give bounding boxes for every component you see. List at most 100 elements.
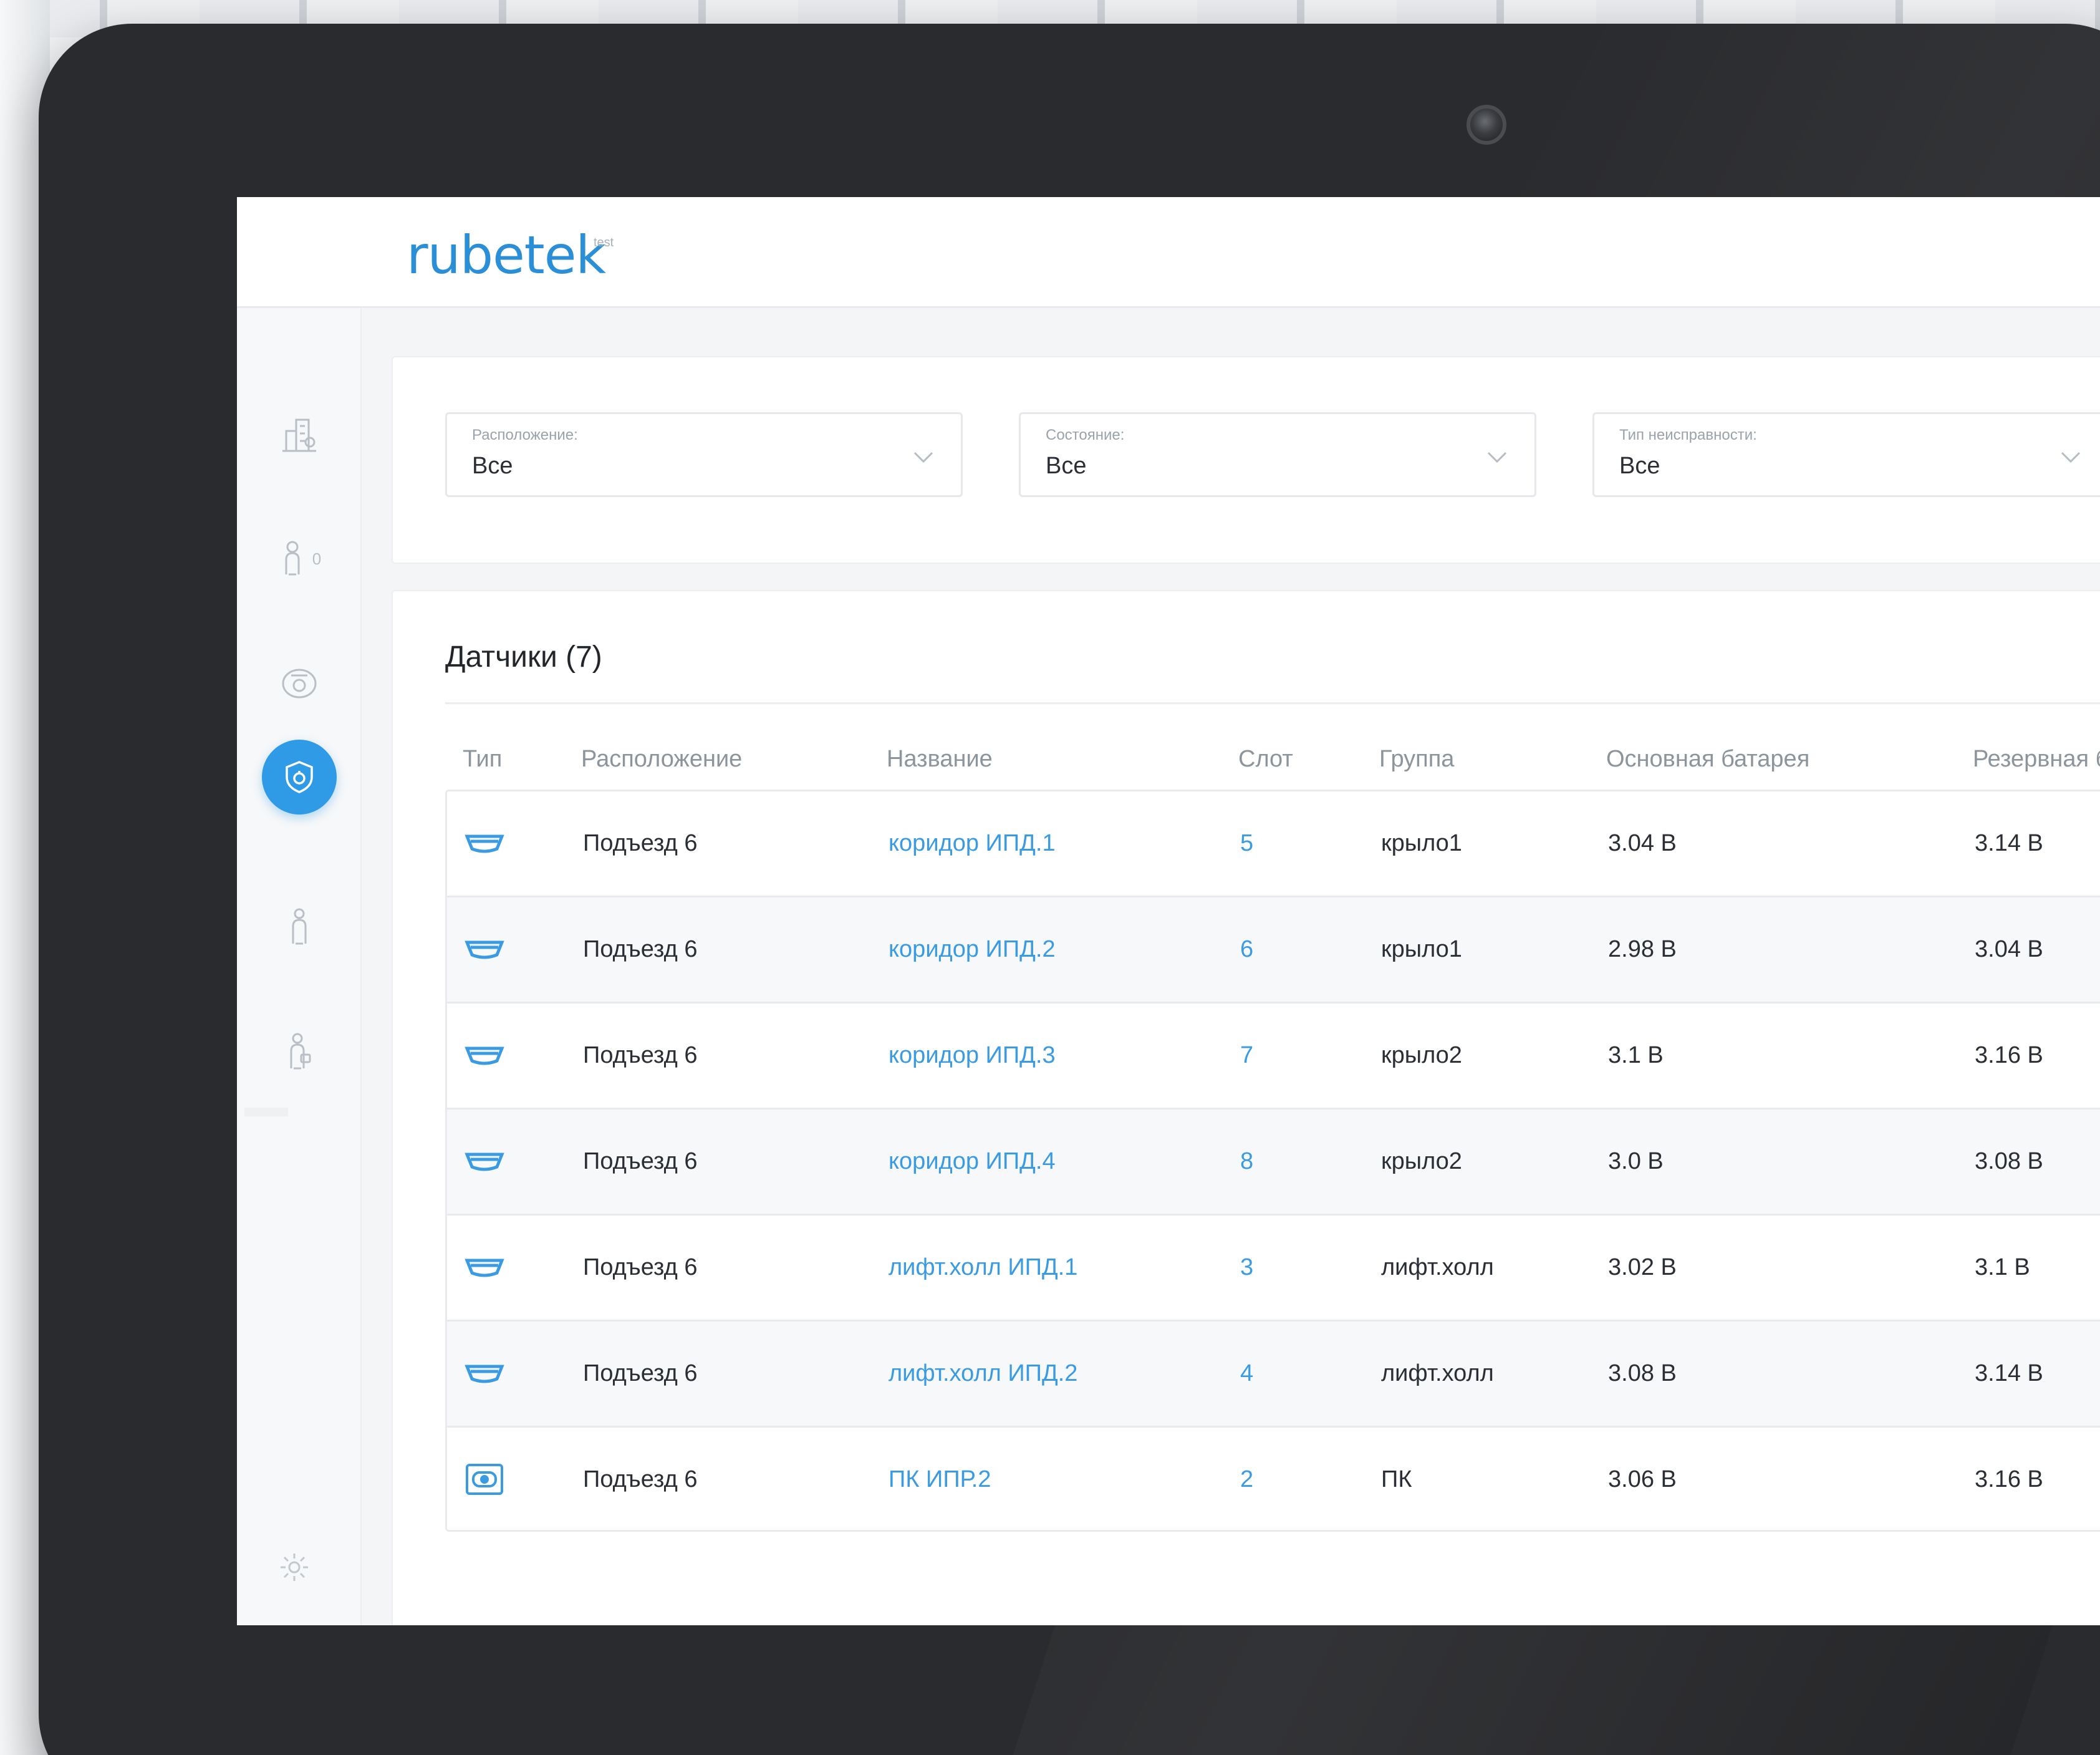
table-row[interactable]: Подъезд 6 коридор ИПД.4 8 крыло2 3.0 В 3… [447,1110,2100,1216]
table-row[interactable]: Подъезд 6 лифт.холл ИПД.2 4 лифт.холл 3.… [447,1322,2100,1428]
row-location: Подъезд 6 [583,1042,698,1068]
camera-dome-icon [282,669,317,699]
nav-item-person[interactable] [262,889,337,964]
table-row[interactable]: Подъезд 6 коридор ИПД.2 6 крыло1 2.98 В … [447,897,2100,1003]
title-divider [445,702,2100,704]
sidebar-divider [244,1108,288,1116]
table-row[interactable]: Подъезд 6 коридор ИПД.3 7 крыло2 3.1 В 3… [447,1003,2100,1110]
row-name-link[interactable]: коридор ИПД.3 [889,1042,1056,1069]
row-backup-battery: 3.14 В [1975,1360,2043,1386]
row-slot-link[interactable]: 8 [1240,1148,1253,1175]
row-slot-link[interactable]: 5 [1240,830,1253,857]
column-header-type[interactable]: Тип [463,746,502,773]
sidebar: 0 [237,197,362,1625]
row-name-link[interactable]: коридор ИПД.1 [889,830,1056,857]
row-backup-battery: 3.1 В [1975,1254,2030,1280]
chevron-down-icon [913,452,933,463]
state-filter-value: Все [1046,453,1087,479]
row-main-battery: 3.02 В [1608,1254,1677,1280]
nav-item-building[interactable] [262,397,337,471]
smoke-detector-icon [465,834,504,853]
table-row[interactable]: Подъезд 6 ПК ИПР.2 2 ПК 3.06 В 3.16 В [447,1428,2100,1530]
settings-button[interactable] [277,1550,311,1587]
column-header-backup-battery[interactable]: Резервная бата [1973,746,2100,773]
sensors-table-body: Подъезд 6 коридор ИПД.1 5 крыло1 3.04 В … [445,790,2100,1532]
row-main-battery: 3.1 В [1608,1042,1664,1068]
table-row[interactable]: Подъезд 6 лифт.холл ИПД.1 3 лифт.холл 3.… [447,1216,2100,1322]
filters-card: Расположение: Все Состояние: Все Тип неи… [392,356,2100,564]
column-header-group[interactable]: Группа [1379,746,1454,773]
row-location: Подъезд 6 [583,830,698,856]
column-header-location[interactable]: Расположение [581,746,742,773]
state-filter-select[interactable]: Состояние: Все [1019,412,1536,497]
building-icon [282,418,316,452]
row-main-battery: 3.06 В [1608,1466,1677,1492]
smoke-detector-icon [465,1259,504,1277]
top-bar [362,197,2100,308]
nav-item-sensors[interactable] [262,740,337,815]
row-backup-battery: 3.04 В [1975,936,2043,962]
column-header-slot[interactable]: Слот [1238,746,1293,773]
location-filter-value: Все [472,453,513,479]
row-main-battery: 2.98 В [1608,936,1677,962]
shield-sensor-icon [286,761,313,793]
column-header-main-battery[interactable]: Основная батарея [1606,746,1809,773]
row-name-link[interactable]: лифт.холл ИПД.1 [889,1254,1077,1281]
row-location: Подъезд 6 [583,1254,698,1280]
table-row[interactable]: Подъезд 6 коридор ИПД.1 5 крыло1 3.04 В … [447,791,2100,897]
row-main-battery: 3.0 В [1608,1148,1664,1174]
row-location: Подъезд 6 [583,1466,698,1492]
app-screen: 0 rubetek test Расположение: Все Состоян… [237,197,2100,1625]
row-main-battery: 3.08 В [1608,1360,1677,1386]
sidebar-header [237,197,362,308]
row-name-link[interactable]: лифт.холл ИПД.2 [889,1360,1077,1387]
row-slot-link[interactable]: 7 [1240,1042,1253,1069]
row-location: Подъезд 6 [583,1148,698,1174]
person-icon [292,908,307,945]
row-slot-link[interactable]: 3 [1240,1254,1253,1281]
fault-type-filter-select[interactable]: Тип неисправности: Все [1592,412,2100,497]
row-slot-link[interactable]: 4 [1240,1360,1253,1387]
nav-item-residents[interactable]: 0 [262,521,337,596]
rubetek-logo[interactable]: rubetek [407,225,606,286]
row-name-link[interactable]: коридор ИПД.2 [889,936,1056,963]
manual-call-point-icon [466,1464,503,1495]
smoke-detector-icon [465,1153,504,1171]
row-name-link[interactable]: ПК ИПР.2 [889,1466,991,1493]
nav-item-cameras[interactable] [262,646,337,721]
row-group: ПК [1381,1466,1412,1492]
front-camera [1467,105,1506,145]
chevron-down-icon [2061,452,2081,463]
fault-type-filter-label: Тип неисправности: [1619,427,1757,443]
row-main-battery: 3.04 В [1608,830,1677,856]
row-slot-link[interactable]: 6 [1240,936,1253,963]
row-group: крыло1 [1381,936,1462,962]
row-group: крыло2 [1381,1042,1462,1068]
person-key-icon [290,1033,311,1070]
table-header: Тип Расположение Название Слот Группа Ос… [445,730,2100,790]
sensors-title: Датчики (7) [445,641,602,674]
column-header-name[interactable]: Название [887,746,993,773]
gear-icon [281,1554,308,1581]
smoke-detector-icon [465,1365,504,1383]
smoke-detector-icon [465,940,504,959]
row-backup-battery: 3.14 В [1975,830,2043,856]
location-filter-label: Расположение: [472,427,578,443]
row-group: крыло1 [1381,830,1462,856]
row-backup-battery: 3.16 В [1975,1042,2043,1068]
row-slot-link[interactable]: 2 [1240,1466,1253,1493]
sensors-card: Датчики (7) Тип Расположение Название Сл… [392,590,2100,1625]
row-group: крыло2 [1381,1148,1462,1174]
residents-badge: 0 [312,549,322,568]
row-name-link[interactable]: коридор ИПД.4 [889,1148,1056,1175]
row-location: Подъезд 6 [583,936,698,962]
row-location: Подъезд 6 [583,1360,698,1386]
row-group: лифт.холл [1381,1254,1494,1280]
nav-item-person-key[interactable] [262,1014,337,1089]
chevron-down-icon [1487,452,1507,463]
row-group: лифт.холл [1381,1360,1494,1386]
row-backup-battery: 3.08 В [1975,1148,2043,1174]
location-filter-select[interactable]: Расположение: Все [445,412,963,497]
fault-type-filter-value: Все [1619,453,1660,479]
state-filter-label: Состояние: [1046,427,1125,443]
